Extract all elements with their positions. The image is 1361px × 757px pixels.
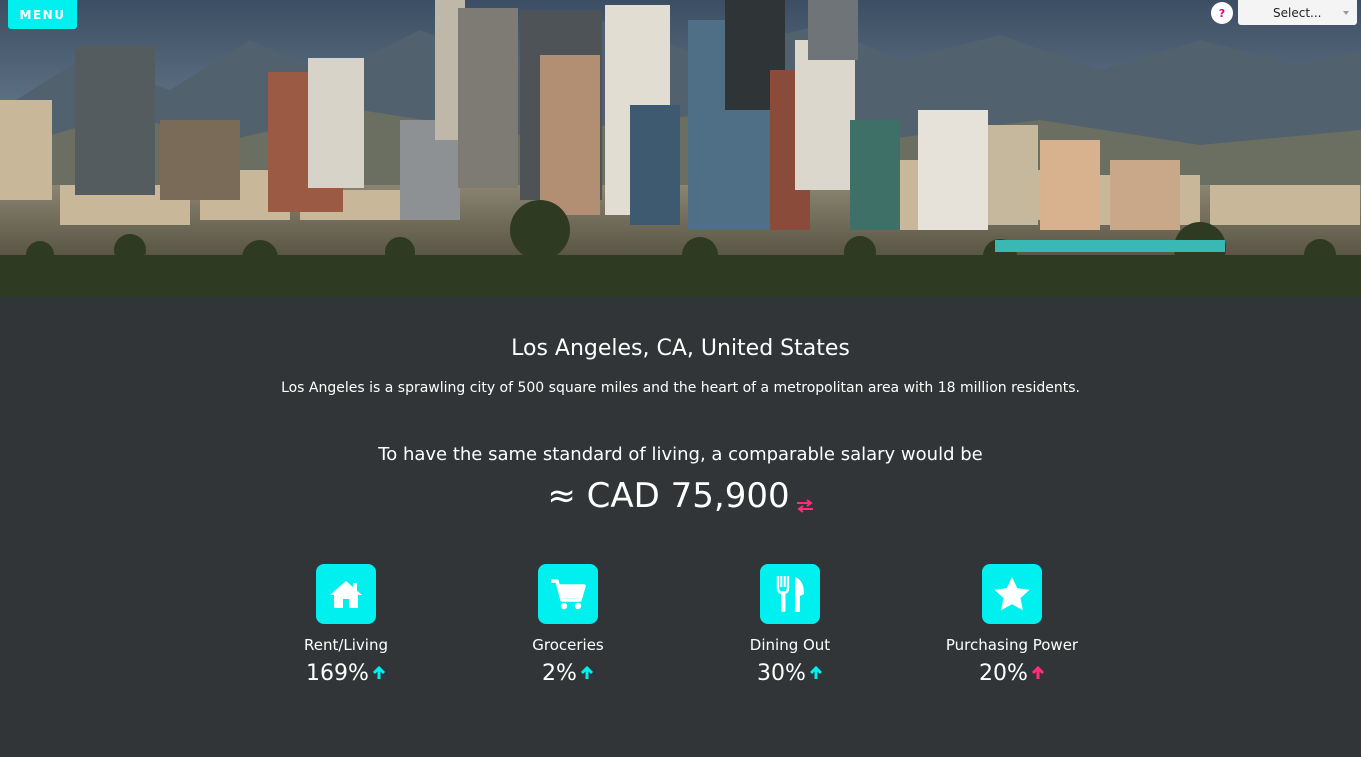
stat-value: 20% (979, 661, 1028, 686)
stat-label: Groceries (532, 636, 604, 654)
swap-arrows-icon[interactable] (796, 482, 814, 522)
menu-button[interactable]: MENU (8, 0, 77, 29)
arrow-up-icon (1031, 661, 1045, 687)
fork-knife-icon (760, 564, 820, 624)
currency-select[interactable]: Select... (1238, 0, 1357, 25)
star-icon (982, 564, 1042, 624)
stat-value: 169% (306, 661, 369, 686)
help-icon[interactable]: ? (1211, 2, 1233, 24)
stat-rent-living: Rent/Living 169% (246, 564, 446, 687)
salary-caption: To have the same standard of living, a c… (378, 444, 983, 465)
stat-label: Dining Out (749, 636, 831, 654)
cart-icon (538, 564, 598, 624)
stat-value: 30% (757, 661, 806, 686)
stat-groceries: Groceries 2% (468, 564, 668, 687)
chevron-down-icon (1343, 11, 1349, 15)
stat-purchasing-power: Purchasing Power 20% (912, 564, 1112, 687)
arrow-up-icon (580, 661, 594, 687)
arrow-up-icon (809, 661, 823, 687)
stat-label: Purchasing Power (945, 636, 1079, 654)
salary-comparison: ≈ CAD 75,900 (0, 476, 1361, 522)
salary-value: ≈ CAD 75,900 (547, 476, 790, 516)
city-description: Los Angeles is a sprawling city of 500 s… (281, 380, 1080, 396)
stat-label: Rent/Living (303, 636, 389, 654)
city-hero-image: MENU ? Select... (0, 0, 1361, 297)
house-icon (316, 564, 376, 624)
city-title: Los Angeles, CA, United States (511, 336, 850, 361)
stat-value: 2% (542, 661, 577, 686)
arrow-up-icon (372, 661, 386, 687)
stat-dining-out: Dining Out 30% (690, 564, 890, 687)
select-value: Select... (1273, 5, 1322, 20)
skyline-illustration (0, 0, 1361, 297)
